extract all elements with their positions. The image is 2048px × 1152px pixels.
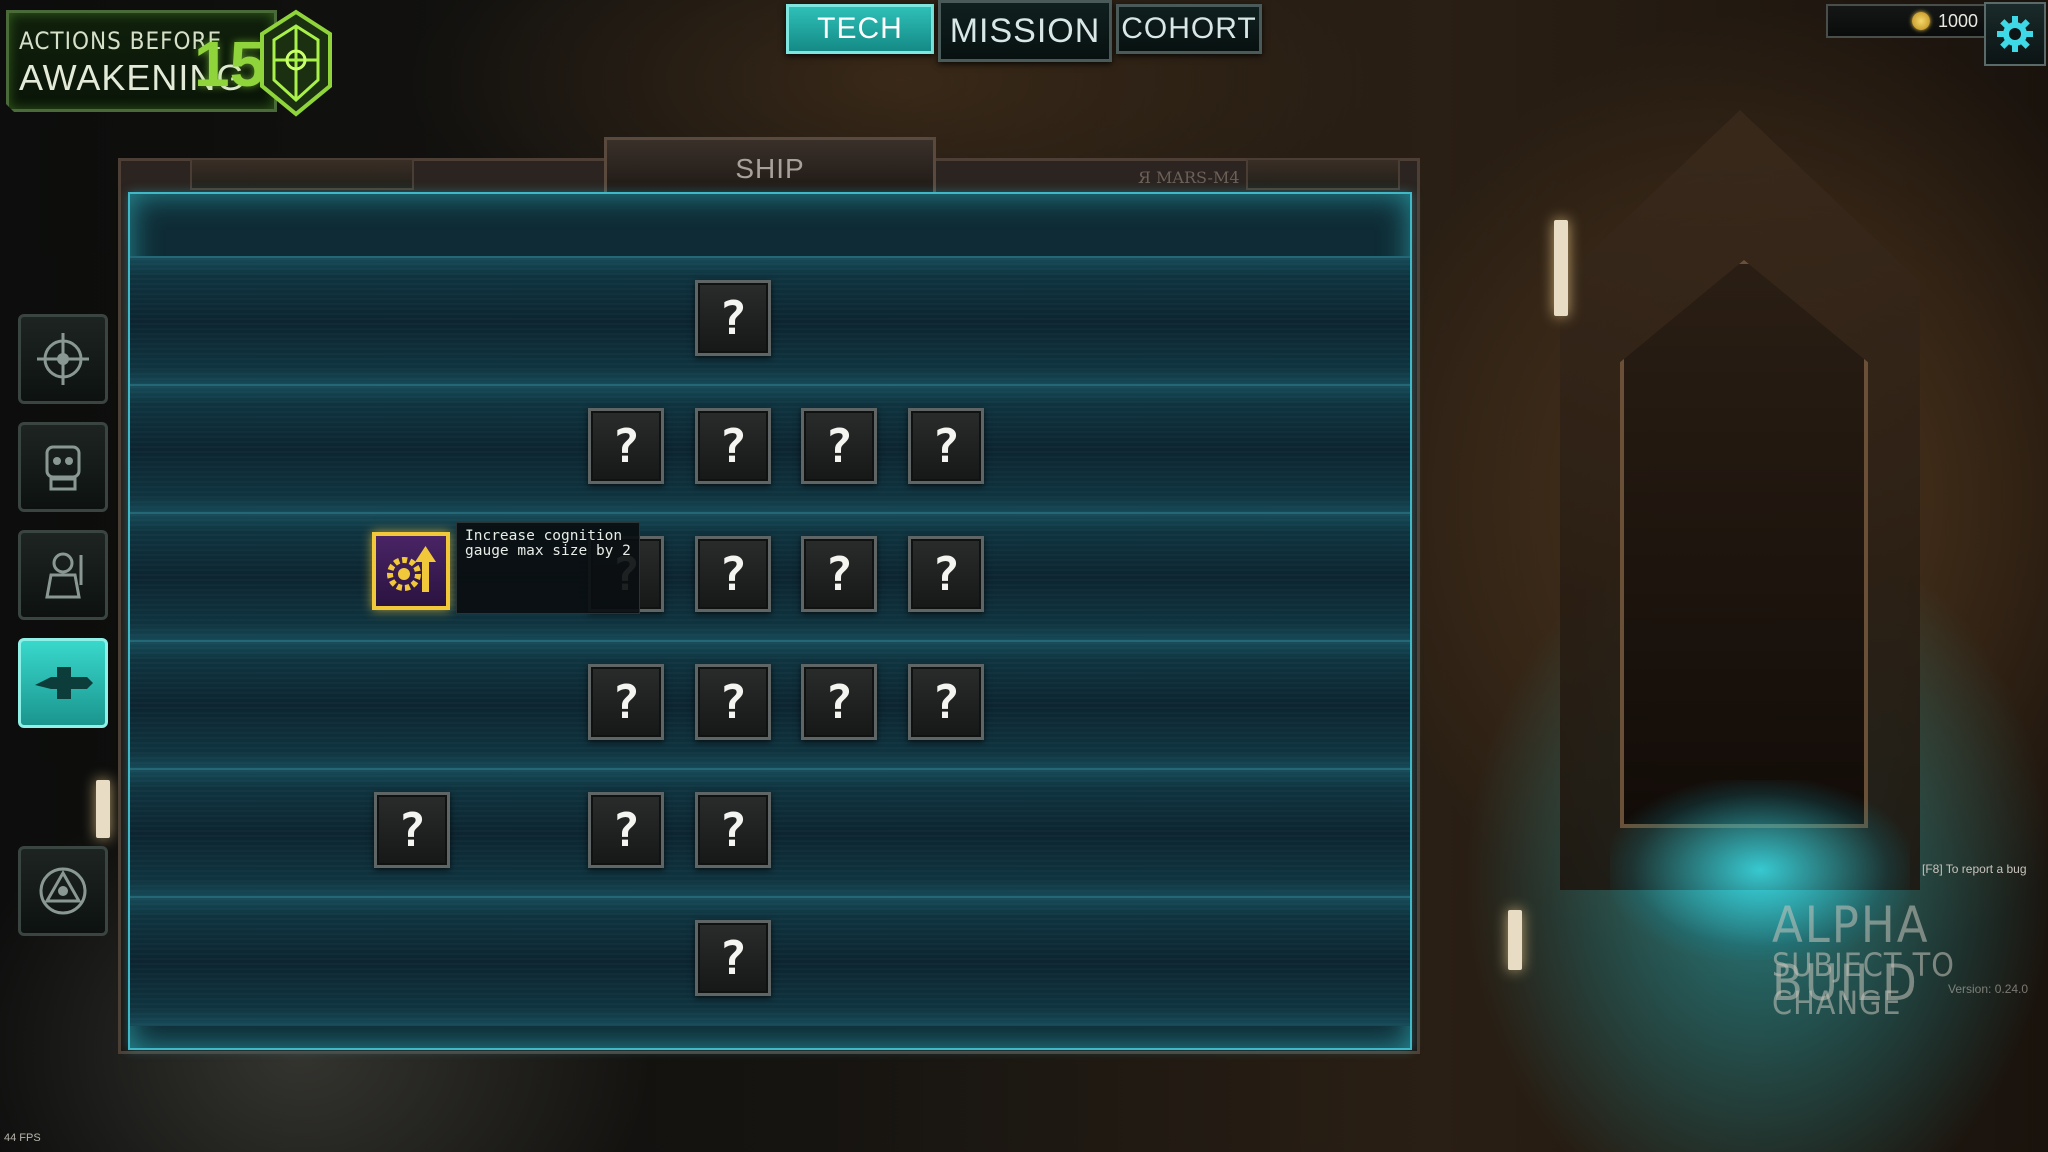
sidebar-item-ship[interactable]: [18, 638, 108, 728]
tech-node-locked[interactable]: ?: [908, 408, 984, 484]
tech-node-locked[interactable]: ?: [695, 280, 771, 356]
actions-counter-panel: ACTIONS BEFORE AWAKENING 15: [6, 10, 277, 112]
servitor-skull-icon: [45, 445, 81, 491]
panel-title-text: SHIP: [735, 153, 805, 184]
settings-button[interactable]: [1984, 2, 2046, 66]
sidebar-item-tech-priest[interactable]: [18, 530, 108, 620]
unknown-icon: ?: [719, 931, 747, 985]
tab-cohort[interactable]: COHORT: [1116, 4, 1262, 54]
tech-node-locked[interactable]: ?: [588, 792, 664, 868]
tech-node-locked[interactable]: ?: [588, 408, 664, 484]
tooltip-text: Increase cognition gauge max size by 2: [465, 528, 631, 559]
panel-title: SHIP: [604, 137, 936, 197]
tech-node-locked[interactable]: ?: [695, 536, 771, 612]
unknown-icon: ?: [398, 803, 426, 857]
tech-node-locked[interactable]: ?: [695, 664, 771, 740]
unknown-icon: ?: [932, 547, 960, 601]
currency-amount: 1000: [1937, 10, 1978, 31]
unknown-icon: ?: [719, 803, 747, 857]
sidebar-item-sigil[interactable]: [18, 846, 108, 936]
bug-report-hint: [F8] To report a bug: [1922, 862, 2027, 876]
ship-icon: [35, 667, 93, 699]
compass-gear-icon: [37, 333, 89, 385]
tech-node-locked[interactable]: ?: [374, 792, 450, 868]
candle: [1508, 910, 1522, 970]
tech-node-locked[interactable]: ?: [908, 536, 984, 612]
tech-tooltip: Increase cognition gauge max size by 2: [456, 522, 640, 614]
coin-icon: [1911, 12, 1930, 30]
frame-decoration-left: [190, 158, 414, 190]
sidebar-item-servitor[interactable]: [18, 422, 108, 512]
candle: [96, 780, 110, 838]
unknown-icon: ?: [719, 291, 747, 345]
frame-decoration-right: [1246, 158, 1400, 190]
tab-cohort-label: COHORT: [1121, 12, 1257, 45]
throne-door: [1620, 260, 1868, 828]
frame-inscription: Я MARS-M4: [1138, 168, 1240, 187]
candle: [1554, 220, 1568, 316]
version-label: Version: 0.24.0: [1948, 982, 2029, 996]
cognition-gear-up-icon: [387, 546, 436, 592]
tech-priest-icon: [45, 552, 83, 599]
tech-node-locked[interactable]: ?: [695, 792, 771, 868]
tech-node-locked[interactable]: ?: [695, 408, 771, 484]
tech-node-unlocked[interactable]: [372, 532, 450, 610]
sidebar-item-compass[interactable]: [18, 314, 108, 404]
actions-count: 15: [194, 28, 266, 100]
actions-label-top: ACTIONS BEFORE: [19, 27, 223, 55]
unknown-icon: ?: [612, 675, 640, 729]
tech-node-locked[interactable]: ?: [801, 536, 877, 612]
unknown-icon: ?: [825, 419, 853, 473]
unknown-icon: ?: [825, 547, 853, 601]
tech-tree-grid: ? ? ? ? ? ? ? ? ? ? ? ? ? ? ? ? ?: [128, 192, 1412, 1050]
tab-tech-label: TECH: [817, 12, 903, 45]
unknown-icon: ?: [612, 419, 640, 473]
unknown-icon: ?: [612, 803, 640, 857]
tab-tech[interactable]: TECH: [786, 4, 934, 54]
fps-counter: 44 FPS: [4, 1132, 41, 1144]
unknown-icon: ?: [719, 419, 747, 473]
tab-mission-label: MISSION: [949, 11, 1101, 50]
gear-icon: [1997, 16, 2033, 52]
mechanicus-sigil-icon: [39, 867, 87, 915]
tech-node-locked[interactable]: ?: [588, 664, 664, 740]
unknown-icon: ?: [719, 547, 747, 601]
tech-node-locked[interactable]: ?: [695, 920, 771, 996]
unknown-icon: ?: [932, 419, 960, 473]
tech-node-locked[interactable]: ?: [801, 664, 877, 740]
top-navigation: TECH MISSION COHORT: [760, 0, 1280, 70]
unknown-icon: ?: [719, 675, 747, 729]
currency-display: 1000: [1826, 4, 1990, 38]
tech-node-locked[interactable]: ?: [801, 408, 877, 484]
tab-mission[interactable]: MISSION: [938, 0, 1112, 62]
unknown-icon: ?: [932, 675, 960, 729]
mechanicus-emblem-icon: [260, 9, 332, 117]
unknown-icon: ?: [825, 675, 853, 729]
tech-node-locked[interactable]: ?: [908, 664, 984, 740]
